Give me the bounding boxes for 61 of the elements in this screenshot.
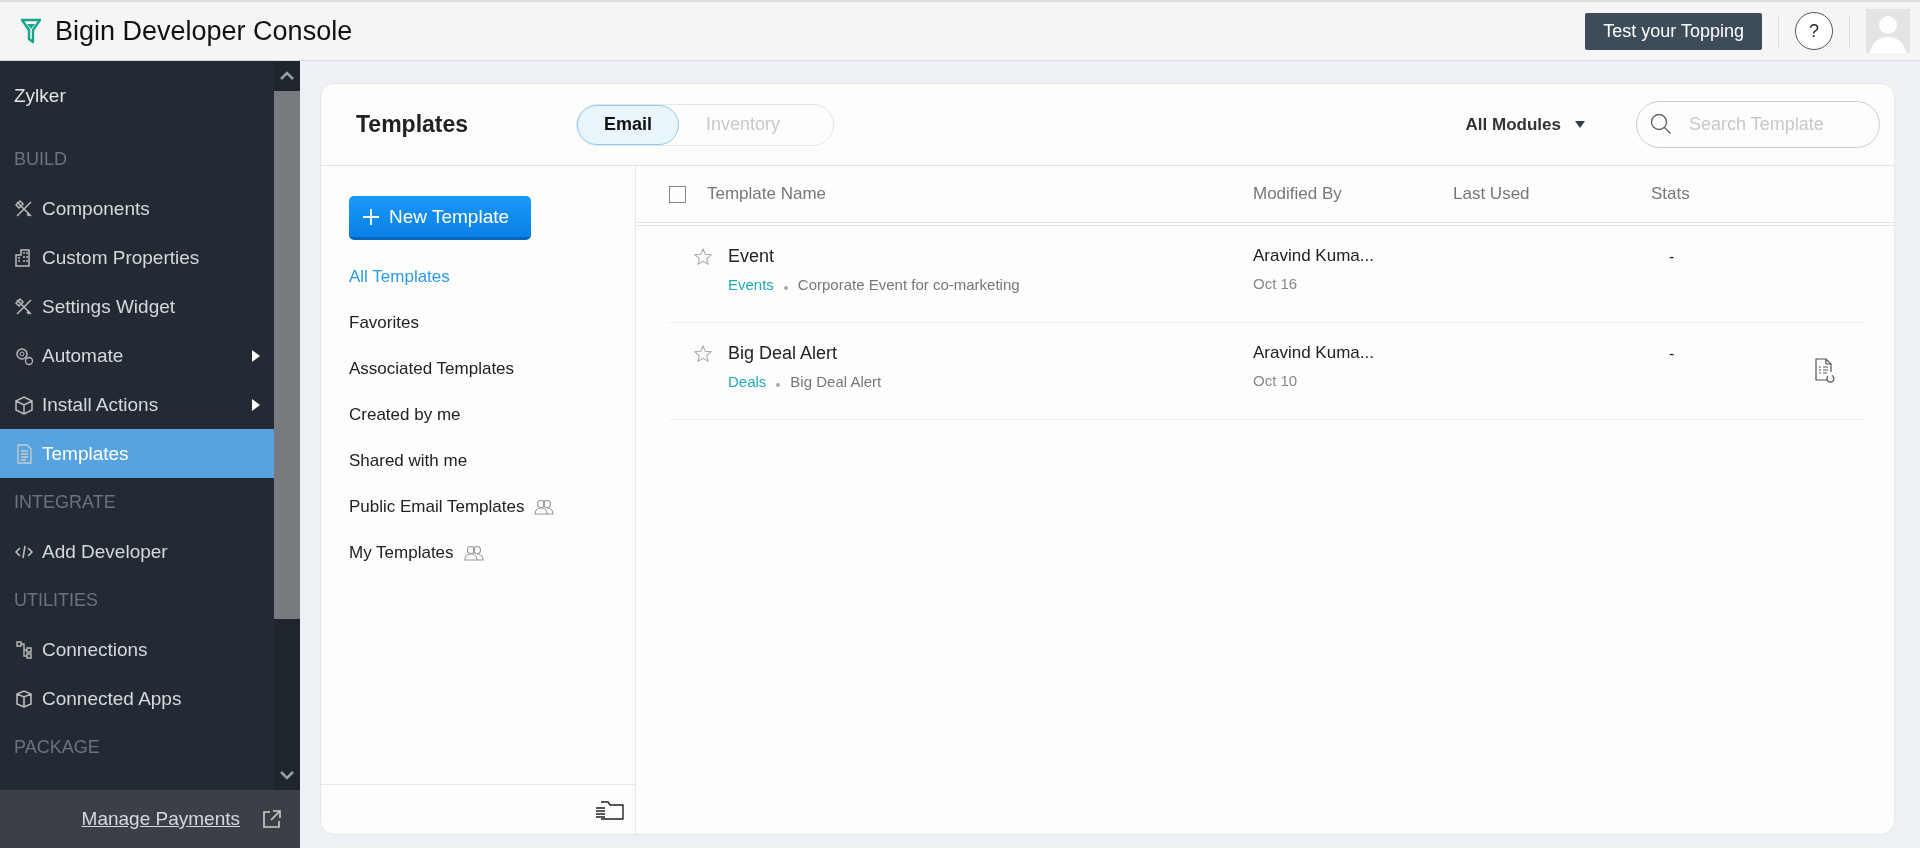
modified-date: Oct 10 [1253, 372, 1299, 389]
search-icon [1650, 113, 1672, 135]
document-icon [14, 443, 34, 464]
section-heading: PACKAGE [13, 736, 101, 759]
sidebar-item[interactable]: Custom Properties [0, 233, 274, 282]
column-header: Stats [1651, 184, 1691, 204]
tools-icon [14, 198, 34, 219]
caret-icon [1575, 121, 1585, 128]
folder-list-icon[interactable] [595, 799, 625, 820]
column-header: Modified By [1253, 184, 1343, 204]
test-topping-button[interactable]: Test your Topping [1585, 12, 1762, 50]
template-filter[interactable]: My Templates [349, 543, 454, 563]
section-heading: INTEGRATE [13, 491, 117, 514]
template-description: Corporate Event for co-marketing [797, 276, 1020, 293]
section-heading: UTILITIES [13, 589, 99, 612]
column-header: Template Name [707, 184, 828, 204]
template-name[interactable]: Event [728, 246, 1253, 267]
external-link-icon[interactable] [262, 809, 282, 829]
template-description: Big Deal Alert [790, 373, 882, 390]
sidebar-item[interactable]: Connected Apps [0, 674, 274, 723]
stats-cell-text: - [1668, 345, 1676, 363]
help-button[interactable]: ? [1795, 12, 1833, 50]
sidebar-item[interactable]: Components [0, 184, 274, 233]
org-name: Zylker [13, 84, 67, 108]
submenu-arrow-icon [252, 349, 260, 362]
scrollbar-thumb[interactable] [274, 91, 300, 619]
gears-icon [14, 345, 34, 366]
hierarchy-icon [14, 639, 34, 660]
modified-by: Aravind Kuma... [1253, 246, 1375, 266]
document-refresh-icon[interactable] [1814, 358, 1836, 384]
template-filter[interactable]: Shared with me [349, 451, 468, 471]
stats-cell-text: - [1668, 248, 1676, 266]
box-icon [14, 394, 34, 415]
modified-date: Oct 16 [1253, 275, 1299, 292]
app-title: Bigin Developer Console [55, 15, 354, 47]
module-filter-dropdown[interactable]: All Modules [1459, 113, 1591, 136]
template-filter[interactable]: Associated Templates [349, 359, 515, 379]
sidebar-item[interactable]: Connections [0, 625, 274, 674]
section-heading: BUILD [13, 148, 68, 171]
cube-icon [14, 688, 34, 709]
modified-by: Aravind Kuma... [1253, 343, 1375, 363]
manage-payments-link[interactable]: Manage Payments [81, 808, 240, 830]
sidebar-item[interactable]: Settings Widget [0, 282, 274, 331]
template-name[interactable]: Big Deal Alert [728, 343, 1253, 364]
new-template-button[interactable]: New Template [349, 196, 532, 240]
plus-icon [363, 208, 379, 225]
tab[interactable]: Email [577, 104, 680, 145]
sidebar-item[interactable]: Automate [0, 331, 274, 380]
sidebar-item[interactable]: Install Actions [0, 380, 274, 429]
page-title: Templates [356, 111, 470, 138]
column-header: Last Used [1453, 184, 1531, 204]
sidebar-item[interactable]: Add Developer [0, 527, 274, 576]
star-icon[interactable] [694, 345, 712, 363]
star-icon[interactable] [694, 248, 712, 266]
template-filter[interactable]: Created by me [349, 405, 461, 425]
tools-icon [14, 296, 34, 317]
template-filter[interactable]: Favorites [349, 313, 419, 333]
template-filter[interactable]: Public Email Templates [349, 497, 525, 517]
select-all-checkbox[interactable] [669, 185, 686, 203]
submenu-arrow-icon [252, 398, 260, 411]
logo-icon [20, 18, 42, 44]
